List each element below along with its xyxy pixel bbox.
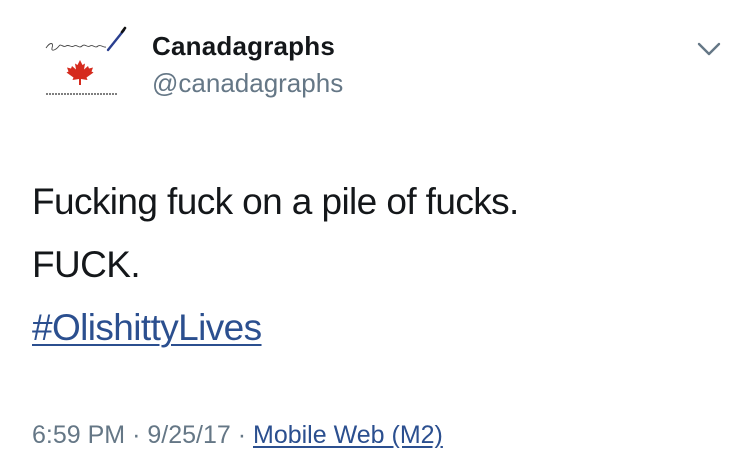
chevron-down-icon[interactable] — [694, 38, 724, 60]
hashtag-link[interactable]: #OlishittyLives — [32, 307, 262, 348]
tweet-date: 9/25/17 — [147, 421, 231, 449]
tweet-metadata: 6:59 PM · 9/25/17 · Mobile Web (M2) — [32, 421, 443, 450]
avatar[interactable] — [30, 26, 130, 102]
tweet-line: #OlishittyLives — [32, 296, 519, 359]
display-name[interactable]: Canadagraphs — [152, 31, 335, 62]
tweet-time: 6:59 PM — [32, 421, 126, 449]
meta-separator: · — [132, 421, 141, 449]
meta-separator: · — [237, 421, 247, 449]
tweet-source-link[interactable]: Mobile Web (M2) — [253, 421, 443, 449]
tweet-line: FUCK. — [32, 244, 141, 285]
user-handle[interactable]: @canadagraphs — [152, 68, 343, 99]
tweet-line: Fucking fuck on a pile of fucks. — [32, 181, 519, 222]
tweet-text: Fucking fuck on a pile of fucks. FUCK. #… — [32, 170, 519, 359]
canadagraphs-logo-icon — [45, 26, 127, 95]
